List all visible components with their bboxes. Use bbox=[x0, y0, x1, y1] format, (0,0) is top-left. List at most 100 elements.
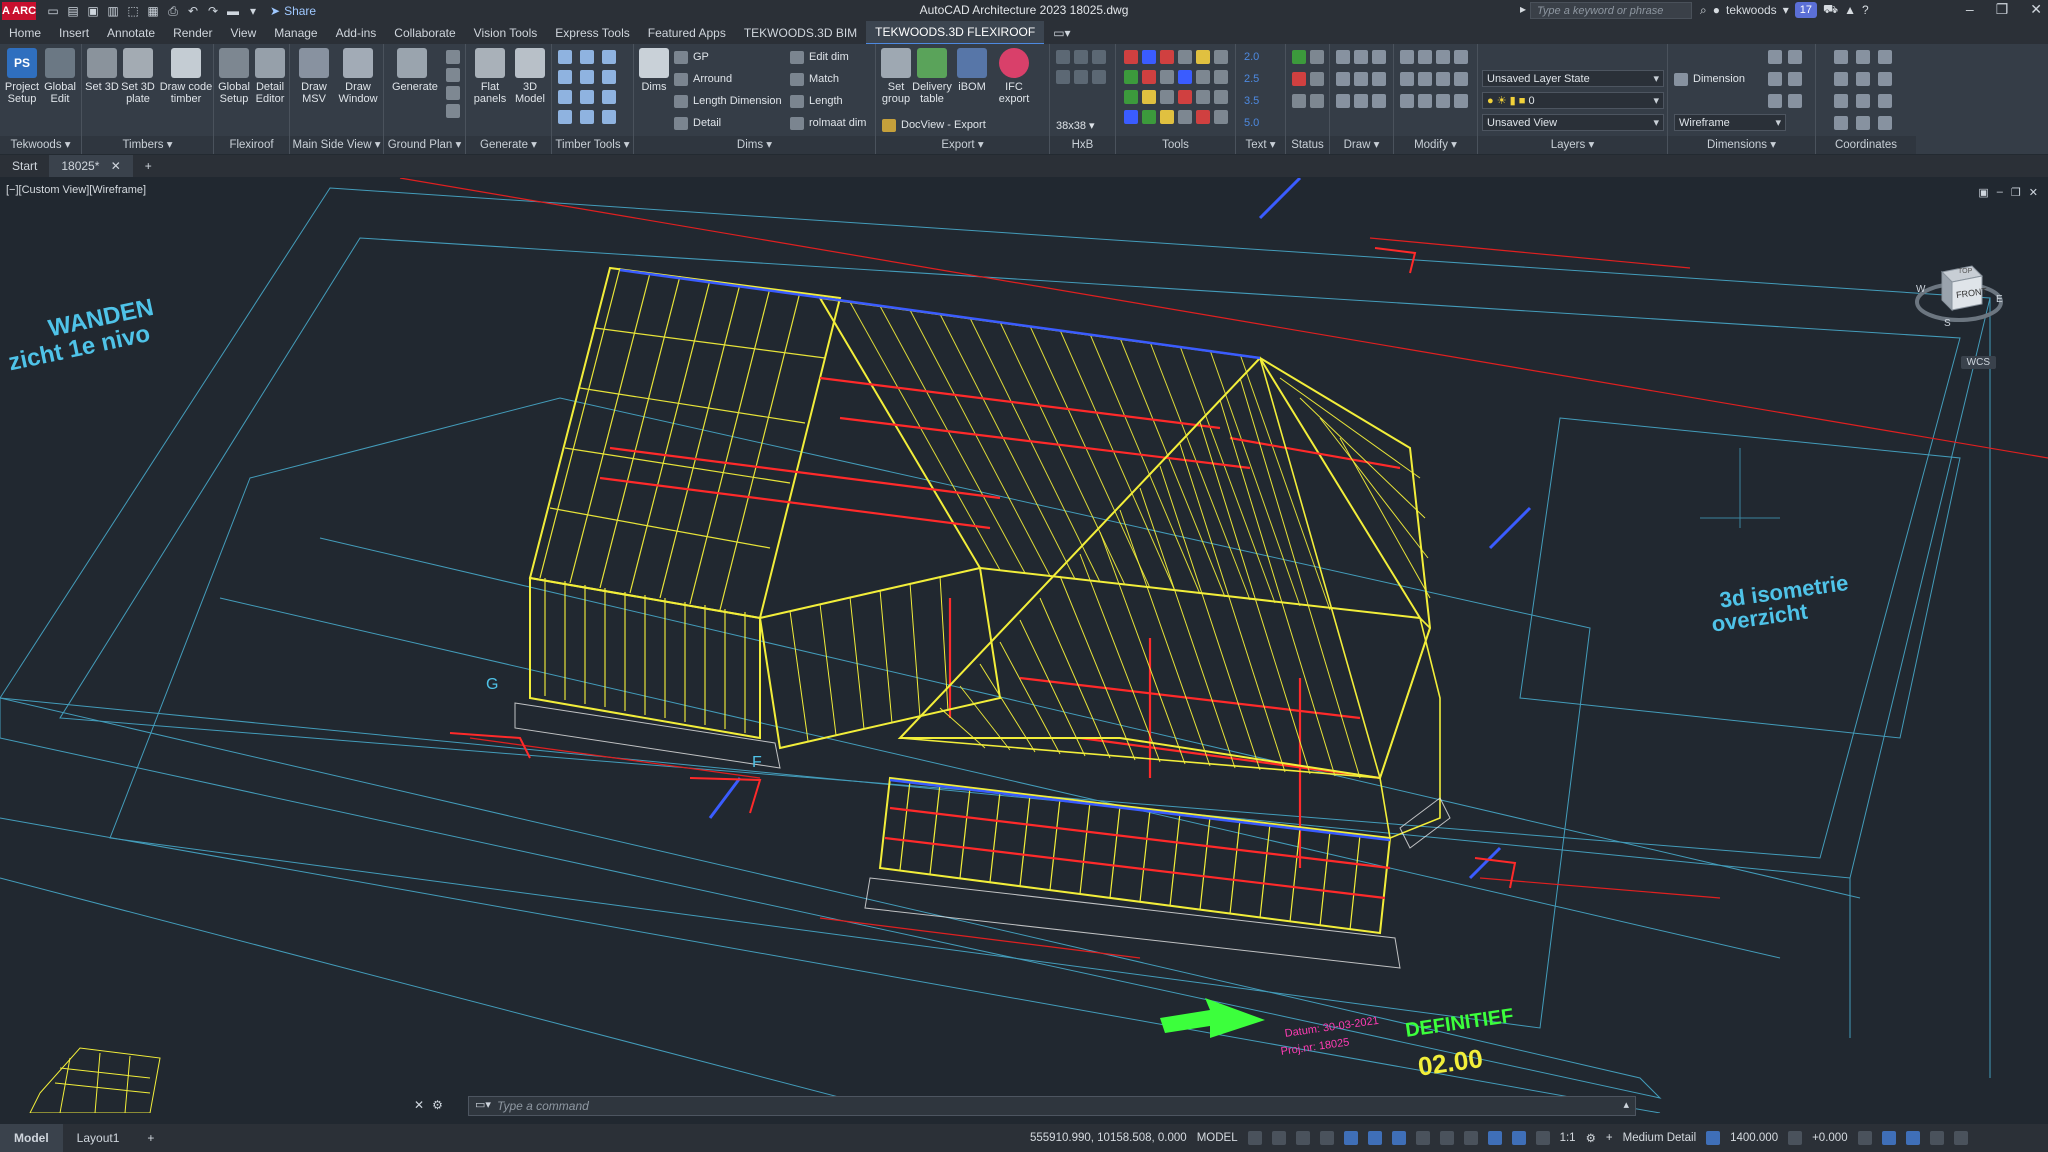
dim-linear-icon[interactable] bbox=[1768, 50, 1782, 64]
panel-title-draw[interactable]: Draw ▾ bbox=[1330, 136, 1393, 154]
panel-title-tekwoods[interactable]: Tekwoods ▾ bbox=[0, 136, 81, 154]
length-dimension-button[interactable]: Length Dimension bbox=[674, 92, 782, 110]
ground-plan-tool-3-icon[interactable] bbox=[446, 86, 460, 100]
help-icon[interactable]: ? bbox=[1862, 3, 1869, 17]
tab-featured-apps[interactable]: Featured Apps bbox=[639, 22, 735, 44]
timber-tool-11-icon[interactable] bbox=[580, 110, 594, 124]
tool-grey-1-icon[interactable] bbox=[1178, 50, 1192, 64]
detail-editor-button[interactable]: Detail Editor bbox=[250, 48, 290, 105]
model-space-toggle[interactable]: MODEL bbox=[1197, 1132, 1238, 1144]
user-menu-chevron-icon[interactable]: ▾ bbox=[1783, 3, 1789, 17]
dim-continue-icon[interactable] bbox=[1788, 94, 1802, 108]
viewcube-top-face[interactable]: TOP bbox=[1958, 268, 1972, 275]
polar-tracking-icon[interactable] bbox=[1343, 1131, 1358, 1145]
tool-red-4-icon[interactable] bbox=[1178, 90, 1192, 104]
customization-icon[interactable] bbox=[1929, 1131, 1944, 1145]
tool-grey-2-icon[interactable] bbox=[1214, 50, 1228, 64]
tool-blue-3-icon[interactable] bbox=[1124, 110, 1138, 124]
command-line-scroll-icon[interactable]: ▴ bbox=[1623, 1098, 1629, 1111]
panel-title-generate[interactable]: Generate ▾ bbox=[466, 136, 551, 154]
cursor-coordinates[interactable]: 555910.990, 10158.508, 0.000 bbox=[1030, 1132, 1187, 1144]
ground-plan-tool-1-icon[interactable] bbox=[446, 50, 460, 64]
tool-grey-9-icon[interactable] bbox=[1178, 110, 1192, 124]
notifications-badge[interactable]: 17 bbox=[1794, 2, 1817, 18]
open-file-icon[interactable]: ▤ bbox=[66, 4, 80, 18]
dimension-button[interactable]: Dimension bbox=[1674, 70, 1745, 88]
annotation-scale-icon[interactable] bbox=[1535, 1131, 1550, 1145]
hxb-tool-6-icon[interactable] bbox=[1092, 70, 1106, 84]
coord-tool-2-icon[interactable] bbox=[1856, 50, 1870, 64]
status-grey-3-icon[interactable] bbox=[1292, 94, 1306, 108]
offset-value[interactable]: +0.000 bbox=[1812, 1132, 1848, 1144]
timber-tool-5-icon[interactable] bbox=[580, 70, 594, 84]
coord-tool-10-icon[interactable] bbox=[1834, 116, 1848, 130]
mirror-icon[interactable] bbox=[1418, 72, 1432, 86]
timber-tool-7-icon[interactable] bbox=[558, 90, 572, 104]
draw-msv-button[interactable]: Draw MSV bbox=[294, 48, 334, 105]
rotate-icon[interactable] bbox=[1418, 50, 1432, 64]
viewport-controls-label[interactable]: [−][Custom View][Wireframe] bbox=[6, 184, 146, 196]
coord-tool-7-icon[interactable] bbox=[1834, 94, 1848, 108]
text-size-2-0-button[interactable]: 2.0 bbox=[1244, 48, 1259, 66]
line-icon[interactable] bbox=[1336, 50, 1350, 64]
tab-render[interactable]: Render bbox=[164, 22, 221, 44]
coord-tool-6-icon[interactable] bbox=[1878, 72, 1892, 86]
copy-icon[interactable] bbox=[1400, 72, 1414, 86]
timber-tool-6-icon[interactable] bbox=[602, 70, 616, 84]
new-file-icon[interactable]: ▭ bbox=[46, 4, 60, 18]
length-button[interactable]: Length bbox=[790, 92, 843, 110]
tool-red-3-icon[interactable] bbox=[1142, 70, 1156, 84]
panel-title-modify[interactable]: Modify ▾ bbox=[1394, 136, 1477, 154]
share-button[interactable]: ➤ Share bbox=[270, 4, 316, 18]
rolmaat-dim-button[interactable]: rolmaat dim bbox=[790, 114, 866, 132]
timber-tool-2-icon[interactable] bbox=[580, 50, 594, 64]
open-web-icon[interactable]: ▦ bbox=[146, 4, 160, 18]
current-layer-dropdown[interactable]: ● ☀ ▮ ■ 0 bbox=[1482, 92, 1664, 110]
ifc-export-button[interactable]: IFC export bbox=[990, 48, 1038, 105]
tool-red-5-icon[interactable] bbox=[1196, 110, 1210, 124]
modify-more-2-icon[interactable] bbox=[1454, 72, 1468, 86]
dim-radius-icon[interactable] bbox=[1788, 72, 1802, 86]
infer-constraints-icon[interactable] bbox=[1295, 1131, 1310, 1145]
restore-icon[interactable]: ❐ bbox=[1996, 1, 2009, 18]
status-error-icon[interactable] bbox=[1292, 72, 1306, 86]
tool-grey-7-icon[interactable] bbox=[1196, 90, 1210, 104]
draw-code-timber-button[interactable]: Draw code timber bbox=[158, 48, 214, 105]
tool-grey-10-icon[interactable] bbox=[1214, 110, 1228, 124]
timber-tool-4-icon[interactable] bbox=[558, 70, 572, 84]
timber-tool-12-icon[interactable] bbox=[602, 110, 616, 124]
annotation-monitor-icon[interactable]: + bbox=[1606, 1132, 1613, 1144]
draw-window-button[interactable]: Draw Window bbox=[338, 48, 378, 105]
layer-state-dropdown[interactable]: Unsaved Layer State bbox=[1482, 70, 1664, 88]
snap-mode-icon[interactable] bbox=[1271, 1131, 1286, 1145]
workspace-switch-icon[interactable]: ⚙ bbox=[1586, 1131, 1596, 1145]
tab-tekwoods-bim[interactable]: TEKWOODS.3D BIM bbox=[735, 22, 866, 44]
hxb-tool-2-icon[interactable] bbox=[1074, 50, 1088, 64]
panel-title-timber-tools[interactable]: Timber Tools ▾ bbox=[552, 136, 633, 154]
undo-icon[interactable]: ↶ bbox=[186, 4, 200, 18]
tab-manage[interactable]: Manage bbox=[265, 22, 326, 44]
tool-green-1-icon[interactable] bbox=[1124, 70, 1138, 84]
tab-view[interactable]: View bbox=[221, 22, 265, 44]
panel-title-timbers[interactable]: Timbers ▾ bbox=[82, 136, 213, 154]
command-input[interactable]: Type a command bbox=[497, 1099, 589, 1113]
annotation-scale-value[interactable]: 1:1 bbox=[1560, 1132, 1576, 1144]
modify-more-icon[interactable] bbox=[1454, 50, 1468, 64]
move-icon[interactable] bbox=[1400, 50, 1414, 64]
panel-title-main-side-view[interactable]: Main Side View ▾ bbox=[290, 136, 383, 154]
trim-icon[interactable] bbox=[1436, 50, 1450, 64]
redo-icon[interactable]: ↷ bbox=[206, 4, 220, 18]
scale-icon[interactable] bbox=[1418, 94, 1432, 108]
modify-more-3-icon[interactable] bbox=[1454, 94, 1468, 108]
set-3d-plate-button[interactable]: Set 3D plate bbox=[118, 48, 158, 105]
stretch-icon[interactable] bbox=[1400, 94, 1414, 108]
visual-style-dropdown[interactable]: Wireframe bbox=[1674, 114, 1786, 132]
global-setup-button[interactable]: Global Setup bbox=[214, 48, 254, 105]
tab-annotate[interactable]: Annotate bbox=[98, 22, 164, 44]
dim-angular-icon[interactable] bbox=[1768, 72, 1782, 86]
panel-title-layers[interactable]: Layers ▾ bbox=[1478, 136, 1667, 154]
coord-tool-3-icon[interactable] bbox=[1878, 50, 1892, 64]
command-line-close-icon[interactable]: ✕ bbox=[414, 1098, 424, 1112]
transparency-icon[interactable] bbox=[1463, 1131, 1478, 1145]
help-search-input[interactable]: Type a keyword or phrase bbox=[1530, 2, 1692, 19]
